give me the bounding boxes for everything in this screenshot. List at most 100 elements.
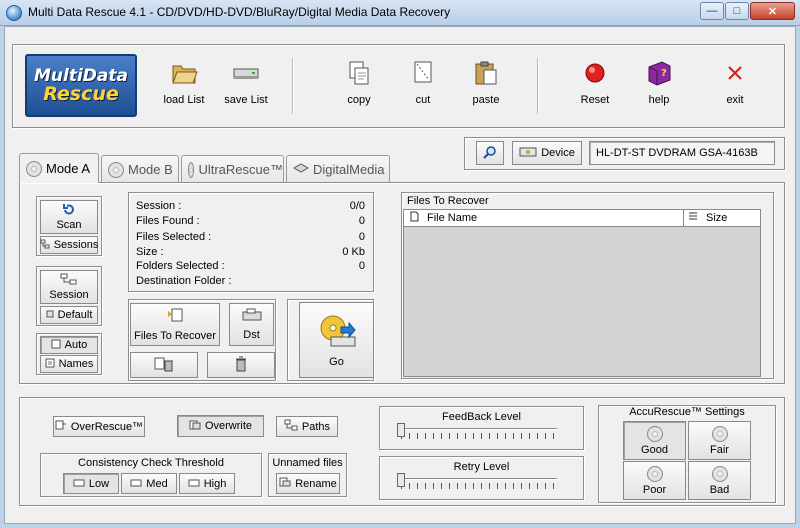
feedback-slider-track [397, 428, 557, 430]
accurescue-fair-button[interactable]: Fair [688, 421, 751, 460]
dst-button[interactable]: Dst [229, 303, 274, 346]
threshold-high-label: High [203, 477, 227, 490]
go-button[interactable]: Go [299, 302, 374, 378]
session-stat-value: 0/0 [349, 200, 365, 212]
delete-files-button[interactable] [130, 352, 198, 378]
default-icon [46, 309, 54, 321]
files-selected-value: 0 [358, 231, 365, 243]
feedback-slider-ticks [401, 433, 557, 439]
overwrite-icon [189, 420, 201, 433]
files-selected-label: Files Selected : [136, 231, 212, 243]
accurescue-poor-button[interactable]: Poor [623, 461, 686, 500]
threshold-med-label: Med [146, 477, 168, 490]
rename-button[interactable]: Rename [276, 473, 340, 494]
magnifier-icon [483, 145, 497, 162]
accurescue-fair-label: Fair [710, 443, 729, 456]
window-title: Multi Data Rescue 4.1 - CD/DVD/HD-DVD/Bl… [28, 5, 451, 19]
copy-icon [344, 58, 374, 88]
size-column-header[interactable]: Size [684, 210, 760, 227]
toolbar-separator [292, 58, 294, 114]
paths-icon [284, 419, 298, 434]
cd-disc-icon [646, 465, 663, 482]
tab-mode-a[interactable]: Mode A [19, 153, 99, 183]
toolbar-separator [537, 58, 539, 114]
unnamed-files-title: Unnamed files [272, 457, 343, 469]
feedback-level-slider[interactable] [397, 422, 557, 442]
overwrite-button[interactable]: Overwrite [177, 415, 264, 437]
app-logo: MultiData Rescue [25, 54, 137, 117]
cd-disc-icon [711, 465, 728, 482]
close-x-icon [720, 58, 750, 88]
low-icon [73, 478, 85, 490]
tab-digital-media[interactable]: DigitalMedia [286, 155, 390, 183]
accurescue-good-button[interactable]: Good [623, 421, 686, 460]
title-bar[interactable]: Multi Data Rescue 4.1 - CD/DVD/HD-DVD/Bl… [0, 0, 800, 26]
session-button[interactable]: Session [40, 270, 98, 304]
maximize-button[interactable]: □ [725, 2, 749, 20]
scan-label: Scan [56, 219, 82, 231]
copy-button[interactable]: copy [327, 58, 391, 114]
paths-button[interactable]: Paths [276, 416, 338, 437]
threshold-high-button[interactable]: High [179, 473, 235, 494]
delete-button[interactable] [207, 352, 275, 378]
accurescue-poor-label: Poor [642, 483, 667, 496]
exit-button[interactable]: exit [703, 58, 767, 114]
device-name-field[interactable]: HL-DT-ST DVDRAM GSA-4163B [589, 141, 775, 165]
close-window-button[interactable]: ✕ [750, 2, 795, 20]
accurescue-title: AccuRescue™ Settings [629, 406, 745, 418]
files-to-recover-button[interactable]: Files To Recover [130, 303, 220, 346]
threshold-med-button[interactable]: Med [121, 473, 177, 494]
files-to-recover-title: Files To Recover [407, 195, 489, 207]
size-header-label: Size [706, 212, 728, 224]
cut-button[interactable]: cut [391, 58, 455, 114]
feedback-slider-thumb[interactable] [397, 423, 405, 437]
load-list-button[interactable]: load List [152, 58, 216, 114]
accurescue-good-label: Good [641, 443, 668, 456]
help-label: help [648, 94, 670, 106]
save-list-button[interactable]: save List [214, 58, 278, 114]
threshold-low-button[interactable]: Low [63, 473, 119, 494]
consistency-title: Consistency Check Threshold [78, 457, 224, 469]
copy-label: copy [347, 94, 371, 106]
names-button[interactable]: Names [40, 355, 98, 373]
reset-button[interactable]: Reset [563, 58, 627, 114]
retry-slider-thumb[interactable] [397, 473, 405, 487]
retry-level-slider[interactable] [397, 472, 557, 492]
media-card-icon [292, 162, 310, 177]
reset-label: Reset [580, 94, 610, 106]
cut-icon [408, 58, 438, 88]
over-rescue-label: OverRescue™ [70, 420, 144, 433]
logo-line-1: MultiData [34, 65, 128, 86]
sessions-button[interactable]: Sessions [40, 236, 98, 254]
cd-disc-icon [188, 161, 195, 178]
drive-icon [231, 58, 261, 88]
paste-button[interactable]: paste [454, 58, 518, 114]
tab-mode-b[interactable]: Mode B [101, 155, 179, 183]
over-rescue-button[interactable]: OverRescue™ [53, 416, 145, 437]
file-name-column-header[interactable]: File Name [404, 210, 684, 227]
folder-open-icon [169, 58, 199, 88]
cd-disc-icon [26, 160, 42, 177]
auto-label: Auto [64, 339, 88, 351]
retry-slider-ticks [401, 483, 557, 489]
auto-icon [51, 339, 61, 352]
tab-mode-a-label: Mode A [46, 161, 91, 176]
destination-drive-icon [242, 308, 262, 325]
svg-text:?: ? [661, 68, 667, 79]
search-device-button[interactable] [476, 141, 504, 165]
default-button[interactable]: Default [40, 306, 98, 324]
paths-label: Paths [301, 420, 331, 433]
size-value: 0 Kb [342, 246, 365, 258]
accurescue-bad-button[interactable]: Bad [688, 461, 751, 500]
app-icon[interactable] [6, 5, 22, 21]
sessions-label: Sessions [53, 239, 99, 251]
files-recover-icon [166, 307, 184, 326]
scan-button[interactable]: Scan [40, 200, 98, 234]
help-button[interactable]: ? help [627, 58, 691, 114]
files-list[interactable] [403, 209, 761, 377]
auto-button[interactable]: Auto [40, 336, 98, 354]
minimize-button[interactable]: — [700, 2, 724, 20]
tab-ultra-rescue[interactable]: UltraRescue™ [181, 155, 284, 183]
cd-drive-go-icon [317, 313, 357, 352]
device-button[interactable]: Device [512, 141, 582, 165]
